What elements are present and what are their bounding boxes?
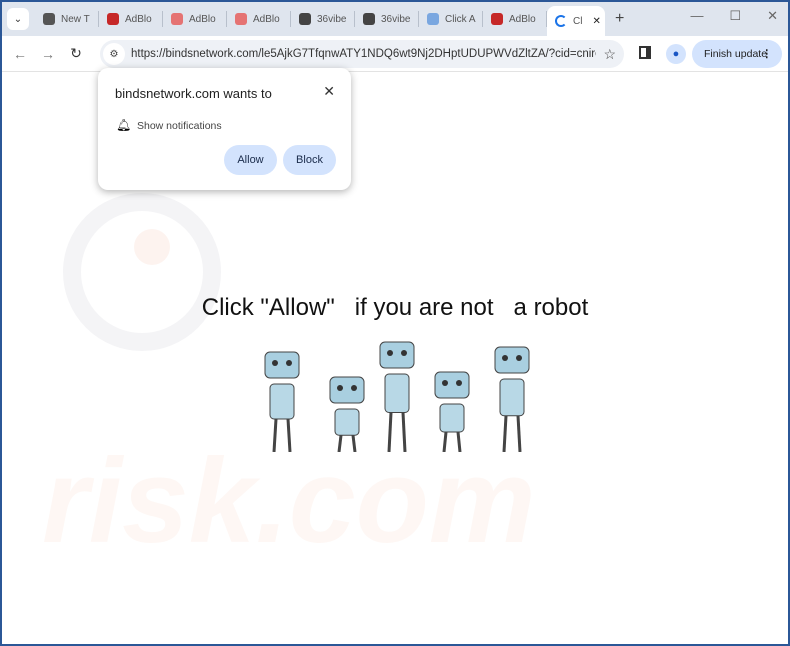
favicon-icon [427, 13, 439, 25]
favicon-icon [299, 13, 311, 25]
browser-window: ⌄ New T AdBlo AdBlo AdBlo 36vibe 36vibe Click … [2, 2, 788, 644]
bell-icon: 🔔︎ [116, 118, 132, 132]
allow-button[interactable]: Allow [224, 145, 277, 175]
watermark-text: risk.com [42, 434, 536, 568]
tab-label: AdBlo [509, 13, 536, 25]
watermark-magnifier-icon [63, 193, 221, 351]
close-window-button[interactable]: ✕ [767, 8, 778, 24]
tab-label: 36vibe [381, 13, 411, 25]
forward-button[interactable]: → [34, 46, 62, 62]
favicon-icon [171, 13, 183, 25]
tab[interactable]: Click A [419, 11, 483, 27]
tab-label: Click A [445, 13, 476, 25]
robot [264, 351, 300, 452]
tab-strip: ⌄ New T AdBlo AdBlo AdBlo 36vibe 36vibe Click … [2, 2, 788, 36]
robot [494, 346, 530, 452]
favicon-icon [43, 13, 55, 25]
robot [379, 341, 415, 452]
maximize-button[interactable]: ☐ [729, 8, 741, 24]
tab[interactable]: New T [35, 11, 99, 27]
favicon-icon [235, 13, 247, 25]
tab[interactable]: AdBlo [163, 11, 227, 27]
reload-button[interactable]: ↻ [62, 45, 90, 62]
minimize-button[interactable]: — [690, 8, 703, 24]
tab[interactable]: AdBlo [227, 11, 291, 27]
tab-label: 36vibe [317, 13, 347, 25]
favicon-icon [363, 13, 375, 25]
tab-label: Cl [573, 15, 583, 27]
address-bar[interactable]: ⚙ https://bindsnetwork.com/le5AjkG7Tfqnw… [100, 40, 624, 68]
new-tab-button[interactable]: + [615, 10, 624, 28]
popup-title: bindsnetwork.com wants to [115, 86, 272, 101]
profile-icon[interactable]: ● [666, 44, 686, 64]
tab-label: New T [61, 13, 90, 25]
back-button[interactable]: ← [6, 46, 34, 62]
robots-illustration [264, 341, 530, 452]
tab-label: AdBlo [125, 13, 152, 25]
favicon-icon [107, 13, 119, 25]
toolbar: ← → ↻ ⚙ https://bindsnetwork.com/le5AjkG… [2, 36, 788, 72]
menu-kebab-icon[interactable]: ⋮ [762, 48, 773, 60]
robot [329, 376, 365, 452]
tab[interactable]: AdBlo [99, 11, 163, 27]
tab-close-icon[interactable]: ✕ [592, 16, 600, 27]
tab[interactable]: AdBlo [483, 11, 547, 27]
site-info-icon[interactable]: ⚙ [103, 43, 125, 65]
block-button[interactable]: Block [283, 145, 336, 175]
tab-active[interactable]: Cl ✕ [547, 6, 605, 36]
tab-search-button[interactable]: ⌄ [7, 8, 29, 30]
finish-update-button[interactable]: Finish update ⋮ [692, 40, 782, 68]
url-text[interactable]: https://bindsnetwork.com/le5AjkG7TfqnwAT… [131, 48, 596, 60]
robot [434, 371, 470, 452]
favicon-icon [491, 13, 503, 25]
permission-text: Show notifications [137, 120, 222, 132]
finish-update-label: Finish update [704, 48, 768, 60]
loading-icon [555, 15, 567, 27]
notification-permission-popup: bindsnetwork.com wants to ✕ 🔔︎ Show noti… [98, 68, 351, 190]
popup-close-icon[interactable]: ✕ [323, 83, 335, 100]
tab[interactable]: 36vibe [291, 11, 355, 27]
bookmark-star-icon[interactable]: ☆ [603, 46, 616, 63]
tab-label: AdBlo [253, 13, 280, 25]
tab[interactable]: 36vibe [355, 11, 419, 27]
side-panel-icon[interactable] [639, 46, 651, 59]
tab-label: AdBlo [189, 13, 216, 25]
robot-message: Click "Allow" if you are not a robot [201, 294, 589, 321]
